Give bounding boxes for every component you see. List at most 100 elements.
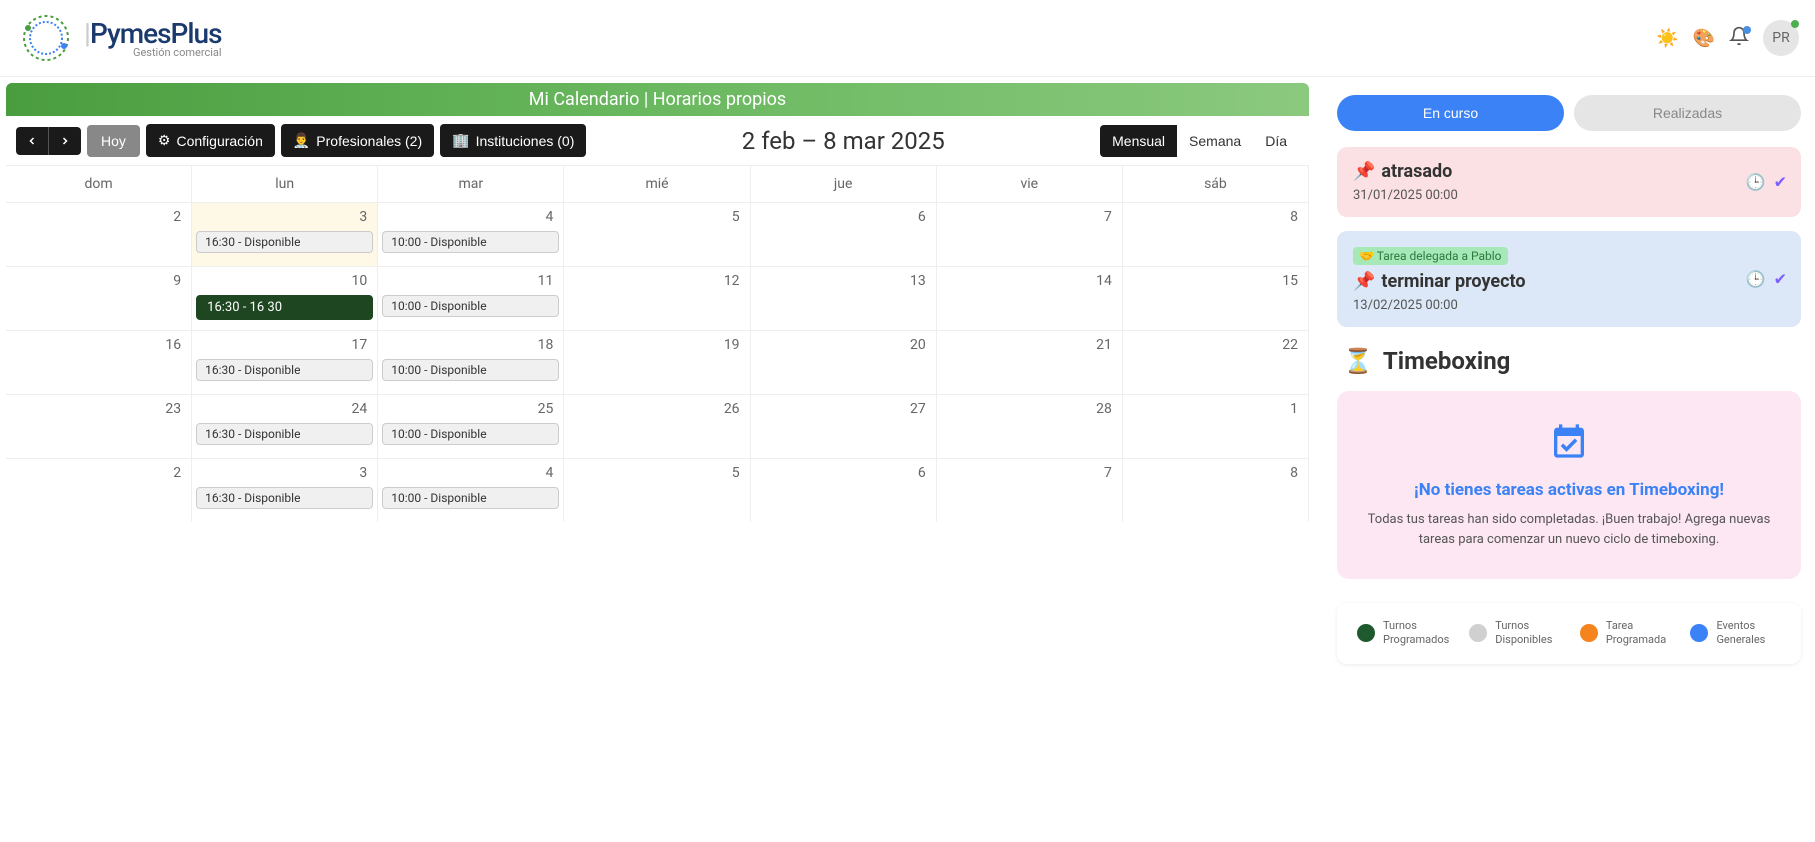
calendar-cell[interactable]: 20 <box>751 331 937 394</box>
calendar-event[interactable]: 16:30 - Disponible <box>196 231 373 253</box>
calendar-event[interactable]: 16:30 - Disponible <box>196 487 373 509</box>
calendar-cell[interactable]: 8 <box>1123 459 1309 522</box>
view-day-button[interactable]: Día <box>1253 125 1299 157</box>
calendar-cell[interactable]: 2 <box>6 459 192 522</box>
calendar-cell[interactable]: 25 10:00 - Disponible <box>378 395 564 458</box>
view-week-button[interactable]: Semana <box>1177 125 1253 157</box>
day-header: mar <box>378 166 564 202</box>
prev-button[interactable] <box>16 127 49 155</box>
calendar-cell[interactable]: 9 <box>6 267 192 330</box>
day-number: 8 <box>1127 207 1304 227</box>
calendar-cell[interactable]: 316:30 - Disponible <box>192 459 378 522</box>
doctor-icon: 👨‍⚕️ <box>293 132 310 149</box>
tab-in-progress[interactable]: En curso <box>1337 95 1564 131</box>
day-number: 1 <box>1127 399 1304 419</box>
day-number: 27 <box>755 399 932 419</box>
calendar-cell[interactable]: 18 10:00 - Disponible <box>378 331 564 394</box>
tasks-panel: En curso Realizadas 📌 atrasado31/01/2025… <box>1329 83 1809 676</box>
day-number: 5 <box>568 463 745 483</box>
calendar-cell[interactable]: 6 <box>751 459 937 522</box>
calendar-cell[interactable]: 15 <box>1123 267 1309 330</box>
delegate-badge: 🤝 Tarea delegada a Pablo <box>1353 247 1508 265</box>
calendar-cell[interactable]: 11 10:00 - Disponible <box>378 267 564 330</box>
tab-done[interactable]: Realizadas <box>1574 95 1801 131</box>
day-number: 20 <box>755 335 932 355</box>
calendar-cell[interactable]: 7 <box>937 203 1123 266</box>
chevron-left-icon <box>26 135 38 147</box>
day-number: 19 <box>568 335 745 355</box>
calendar-cell[interactable]: 5 <box>564 459 750 522</box>
calendar-cell[interactable]: 5 <box>564 203 750 266</box>
calendar-cell[interactable]: 14 <box>937 267 1123 330</box>
calendar-event[interactable]: 16:30 - Disponible <box>196 423 373 445</box>
calendar-cell[interactable]: 19 <box>564 331 750 394</box>
calendar-check-icon <box>1357 421 1781 470</box>
day-number: 6 <box>755 207 932 227</box>
day-header: dom <box>6 166 192 202</box>
day-number: 15 <box>1127 271 1304 291</box>
calendar-title: Mi Calendario | Horarios propios <box>6 83 1309 116</box>
sun-icon[interactable]: ☀️ <box>1656 28 1678 49</box>
calendar-cell[interactable]: 16 <box>6 331 192 394</box>
logo[interactable]: |PymesPlus Gestión comercial <box>16 8 222 68</box>
timeboxing-heading: ⏳ Timeboxing <box>1343 347 1801 375</box>
header-actions: ☀️ 🎨 PR <box>1656 20 1799 56</box>
calendar-event[interactable]: 10:00 - Disponible <box>382 487 559 509</box>
calendar-cell[interactable]: 410:00 - Disponible <box>378 459 564 522</box>
calendar-cell[interactable]: 22 <box>1123 331 1309 394</box>
calendar-cell[interactable]: 21 <box>937 331 1123 394</box>
calendar-event[interactable]: 10:00 - Disponible <box>382 423 559 445</box>
calendar-event[interactable]: 16:30 - 16 30 <box>196 295 373 320</box>
task-card[interactable]: 🤝 Tarea delegada a Pablo📌 terminar proye… <box>1337 231 1801 327</box>
calendar-cell[interactable]: 1016:30 - 16 30 <box>192 267 378 330</box>
today-button[interactable]: Hoy <box>87 125 140 157</box>
day-header: mié <box>564 166 750 202</box>
calendar-event[interactable]: 10:00 - Disponible <box>382 359 559 381</box>
clock-icon[interactable]: 🕒 <box>1746 270 1766 289</box>
config-button[interactable]: ⚙ Configuración <box>146 124 275 157</box>
calendar-cell[interactable]: 13 <box>751 267 937 330</box>
calendar-cell[interactable]: 1716:30 - Disponible <box>192 331 378 394</box>
legend-item: Tarea Programada <box>1580 619 1671 648</box>
calendar-cell[interactable]: 2416:30 - Disponible <box>192 395 378 458</box>
day-number: 26 <box>568 399 745 419</box>
user-avatar[interactable]: PR <box>1763 20 1799 56</box>
calendar-event[interactable]: 16:30 - Disponible <box>196 359 373 381</box>
brand-subtitle: Gestión comercial <box>84 46 222 59</box>
calendar-cell[interactable]: 6 <box>751 203 937 266</box>
date-range: 2 feb – 8 mar 2025 <box>592 127 1094 155</box>
calendar-cell[interactable]: 1 <box>1123 395 1309 458</box>
institutions-button[interactable]: 🏢 Instituciones (0) <box>440 124 586 157</box>
timeboxing-empty-text: Todas tus tareas han sido completadas. ¡… <box>1357 510 1781 549</box>
day-number: 18 <box>382 335 559 355</box>
next-button[interactable] <box>49 127 81 155</box>
day-number: 3 <box>196 207 373 227</box>
palette-icon[interactable]: 🎨 <box>1693 28 1715 49</box>
calendar-cell[interactable]: 3 16:30 - Disponible <box>192 203 378 266</box>
view-month-button[interactable]: Mensual <box>1100 125 1177 157</box>
calendar-cell[interactable]: 8 <box>1123 203 1309 266</box>
calendar-cell[interactable]: 410:00 - Disponible <box>378 203 564 266</box>
calendar-event[interactable]: 10:00 - Disponible <box>382 295 559 317</box>
calendar-cell[interactable]: 27 <box>751 395 937 458</box>
calendar-cell[interactable]: 23 <box>6 395 192 458</box>
check-icon[interactable]: ✔ <box>1774 270 1787 289</box>
day-number: 25 <box>382 399 559 419</box>
calendar-cell[interactable]: 7 <box>937 459 1123 522</box>
legend-item: Turnos Disponibles <box>1469 619 1560 648</box>
check-icon[interactable]: ✔ <box>1774 173 1787 192</box>
calendar-cell[interactable]: 2 <box>6 203 192 266</box>
day-number: 5 <box>568 207 745 227</box>
hand-icon: 🤝 <box>1359 249 1374 263</box>
calendar-event[interactable]: 10:00 - Disponible <box>382 231 559 253</box>
day-number: 11 <box>382 271 559 291</box>
bell-icon[interactable] <box>1729 26 1749 51</box>
calendar-cell[interactable]: 26 <box>564 395 750 458</box>
professionals-button[interactable]: 👨‍⚕️ Profesionales (2) <box>281 124 434 157</box>
calendar-cell[interactable]: 28 <box>937 395 1123 458</box>
calendar-cell[interactable]: 12 <box>564 267 750 330</box>
clock-icon[interactable]: 🕒 <box>1746 173 1766 192</box>
task-date: 13/02/2025 00:00 <box>1353 298 1785 313</box>
task-card[interactable]: 📌 atrasado31/01/2025 00:00🕒✔ <box>1337 147 1801 217</box>
legend: Turnos ProgramadosTurnos DisponiblesTare… <box>1337 603 1801 664</box>
